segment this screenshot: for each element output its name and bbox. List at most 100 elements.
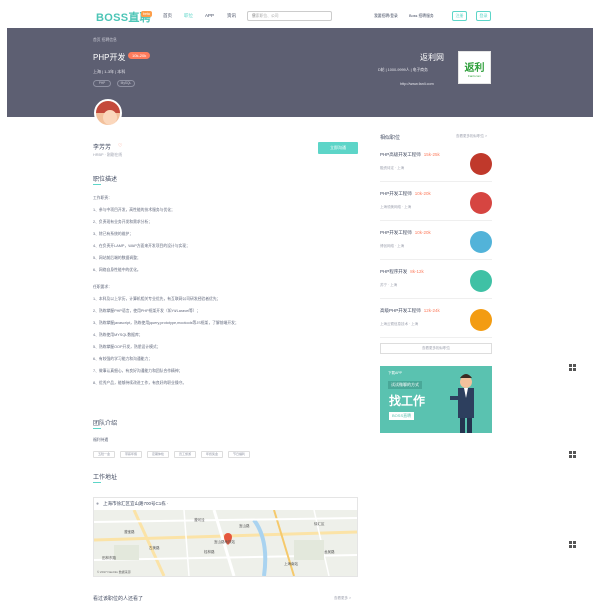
description-line: 工作职责： (93, 196, 112, 200)
section-underline (93, 184, 101, 185)
description-line: 4、熟练使用MYSQL数据库； (93, 333, 143, 337)
map-label: 宜山路 (239, 524, 250, 528)
welfare-tag: 年终奖金 (201, 451, 223, 458)
section-title-address: 工作地址 (93, 475, 118, 481)
similar-job-title[interactable]: PHP开发工程师 10k-20k (380, 191, 431, 197)
chat-button[interactable]: 立即沟通 (318, 142, 358, 154)
team-subtitle: 福利待遇 (93, 438, 109, 442)
similar-job-title[interactable]: PHP程序开发 8k-12k (380, 269, 424, 275)
similar-jobs-more-link[interactable]: 查看更多相似职位 > (456, 134, 487, 139)
company-meta: D轮 | 1000-9999人 | 电子商务 (378, 68, 428, 72)
description-line: 2、负责现有业务开发和需求分析； (93, 220, 153, 224)
search-input[interactable]: 搜索职位、公司 ⚲ (247, 11, 332, 21)
similar-job-company: 博创网络 · 上海 (380, 244, 405, 248)
ad-subtitle: 试试微聊的方式 (388, 381, 422, 389)
divider (380, 298, 492, 299)
boss-title: HRBP · 刚刚在线 (93, 153, 123, 157)
login-button[interactable]: 登录 (476, 11, 491, 21)
similar-job-salary: 12k-24k (423, 308, 440, 313)
description-line: 2、熟练掌握PHP语言，使用PHP框架开发（如Yii/Laravel等）； (93, 309, 201, 313)
map-label: 漕宝路 (124, 530, 135, 534)
similar-job-company-logo[interactable] (470, 192, 492, 214)
more-similar-jobs-button[interactable]: 查看更多相似职位 (380, 343, 492, 354)
similar-job-salary: 15k-25k (423, 152, 440, 157)
similar-job-salary: 8k-12k (410, 269, 424, 274)
job-meta: 上海 | 1-3年 | 本科 (93, 69, 126, 74)
nav-item-jobs[interactable]: 职位 (184, 13, 193, 19)
breadcrumb[interactable]: 首页 招聘信息 (93, 38, 117, 43)
description-line: 5、熟练掌握OOP开发，熟悉设计模式； (93, 345, 161, 349)
similar-job-company-logo[interactable] (470, 309, 492, 331)
register-button[interactable]: 注册 (452, 11, 467, 21)
description-line: 任职要求： (93, 285, 112, 289)
description-line: 5、网站前后端的数据调整； (93, 256, 141, 260)
description-line: 1、参与中项目开发，高性能的技术服务与优化； (93, 208, 175, 212)
similar-job-name: PHP高级开发工程师 (380, 152, 421, 157)
similar-job-company: 融资待定 · 上海 (380, 166, 405, 170)
map-label: 桂林路 (204, 550, 215, 554)
grid-icon[interactable] (569, 451, 577, 459)
verified-icon: ♡ (118, 143, 123, 149)
divider (380, 181, 492, 182)
similar-job-salary: 10k-20k (414, 230, 431, 235)
boss-name: 李芳芳 (93, 145, 112, 151)
boss-service-link[interactable]: Boss 招聘服务 (409, 14, 434, 19)
related-jobs-title: 看过该职位的人还看了 (93, 596, 144, 602)
related-more-link[interactable]: 查看更多 > (334, 596, 351, 601)
grid-icon[interactable] (569, 541, 577, 549)
similar-job-title[interactable]: PHP开发工程师 10k-20k (380, 230, 431, 236)
similar-job-title[interactable]: 高级PHP开发工程师 12k-24k (380, 308, 440, 314)
section-title-description: 职位描述 (93, 177, 118, 183)
similar-job-company-logo[interactable] (470, 231, 492, 253)
location-map[interactable]: 漕河泾 漕宝路 古美路 宜山路 桂林路 徐汇区 上海南站 龙吴路 田林东路 宜山… (94, 510, 357, 576)
company-name[interactable]: 返利网 (420, 52, 444, 63)
description-line: 6、网络自身性能中的优化。 (93, 268, 141, 272)
welfare-tag: 定期体检 (147, 451, 169, 458)
job-tag: MySQL (117, 80, 135, 87)
welfare-tag: 员工旅游 (174, 451, 196, 458)
map-label: 宜山路地铁站 (214, 540, 235, 544)
address-text: 上海市徐汇区宜山路700号C1栋 · (103, 501, 169, 506)
similar-job-name: 高级PHP开发工程师 (380, 308, 421, 313)
company-logo-sub: Fanli.com (467, 74, 481, 78)
ad-headline: 找工作 (389, 394, 426, 408)
location-icon: ● (96, 501, 100, 507)
ad-brand: BOSS直聘 (389, 412, 415, 420)
similar-job-company: 上海领美网络 · 上海 (380, 205, 412, 209)
similar-job-company: 上海云霓信息技术 · 上海 (380, 322, 419, 326)
welfare-tag: 节日福利 (228, 451, 250, 458)
nav-item-home[interactable]: 首页 (163, 13, 172, 19)
map-copyright: © 2017 NavInfo 数据来源 (97, 570, 131, 574)
ad-app-label: 下载APP (388, 371, 403, 375)
welfare-tag: 五险一金 (93, 451, 115, 458)
similar-job-salary: 10k-20k (414, 191, 431, 196)
map-label: 漕河泾 (194, 518, 205, 522)
employer-link[interactable]: 我要招聘/登录 (374, 14, 398, 19)
nav-item-news[interactable]: 资讯 (227, 13, 236, 19)
logo-badge: beta (141, 11, 152, 17)
grid-icon[interactable] (569, 364, 577, 372)
section-underline (93, 428, 101, 429)
similar-job-company-logo[interactable] (470, 270, 492, 292)
map-label: 上海南站 (284, 562, 298, 566)
description-line: 4、在负责开LAMP，WAP方面来开发项目的设计与实现； (93, 244, 190, 248)
divider (380, 259, 492, 260)
top-navigation: BOSS直聘 beta 首页 职位 APP 资讯 搜索职位、公司 ⚲ 我要招聘/… (0, 0, 600, 30)
similar-job-title[interactable]: PHP高级开发工程师 15k-25k (380, 152, 440, 158)
description-line: 3、除已有系统的维护； (93, 232, 134, 236)
divider (380, 220, 492, 221)
job-tag: PHP (93, 80, 111, 87)
map-label: 徐汇区 (314, 522, 325, 526)
company-logo[interactable]: 返利 Fanli.com (458, 51, 491, 84)
company-url[interactable]: http://www.fanli.com (400, 82, 434, 86)
section-title-team: 团队介绍 (93, 421, 118, 427)
divider (380, 337, 492, 338)
nav-item-app[interactable]: APP (205, 13, 214, 18)
job-title: PHP开发 (93, 53, 126, 62)
description-line: 8、优秀产品，能够持续改进工作，有良好的职业操守。 (93, 381, 187, 385)
search-icon[interactable]: ⚲ (252, 13, 328, 19)
welfare-tag: 带薪年假 (120, 451, 142, 458)
salary-badge: 10k-20k (128, 52, 151, 59)
avatar (94, 99, 122, 127)
similar-job-company-logo[interactable] (470, 153, 492, 175)
